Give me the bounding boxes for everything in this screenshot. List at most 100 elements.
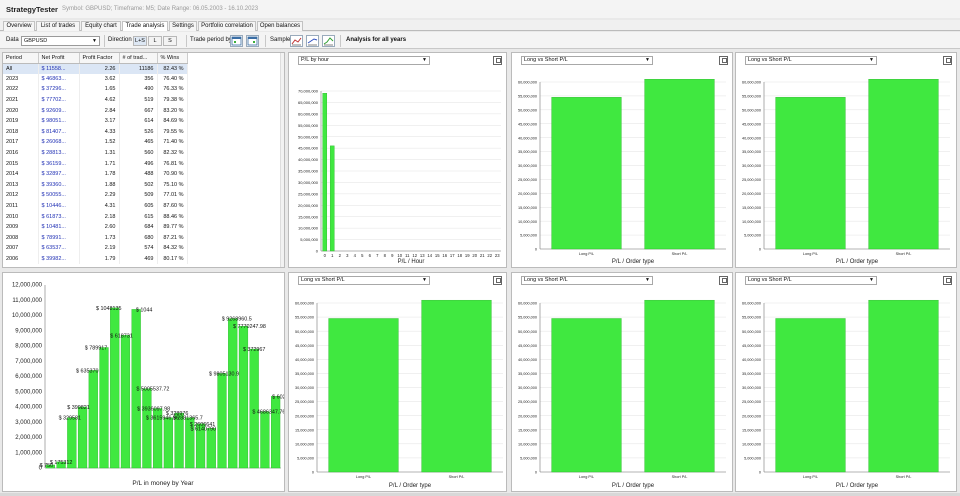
bar [775,97,846,250]
x-tick-label: 5 [361,253,364,258]
chart-type-select-value: Long vs Short P/L [524,57,568,63]
cell-wins: 88.46 % [157,211,188,222]
x-axis-label: P/L / Order type [836,483,879,489]
cell-wins: 79.38 % [157,94,188,106]
sample-chart-icon[interactable] [290,35,303,47]
direction-short-button[interactable]: S [163,36,177,46]
table-scrollbar[interactable] [280,53,284,267]
x-tick-label: Long P/L [356,475,371,479]
cell-wins: 82.43 % [157,63,188,74]
pl-by-year-chart: 01,000,0002,000,0003,000,0004,000,0005,0… [12,283,284,487]
data-select[interactable]: GBPUSD ▼ [21,36,100,46]
x-tick-label: 7 [376,253,379,258]
table-row[interactable]: 2015 $ 36159... 1.71 496 76.81 % [3,158,188,169]
calendar-exit-icon[interactable] [246,35,259,47]
x-tick-label: Short P/L [672,252,688,256]
cell-period: 2016 [3,147,39,159]
cell-profit-factor: 1.65 [79,84,120,95]
cell-net-profit: $ 26068... [38,137,80,148]
cell-net-profit: $ 77702... [38,94,80,106]
tab-portfolio-correlation[interactable]: Portfolio correlation [198,21,256,31]
table-row[interactable]: 2022 $ 37296... 1.65 490 76.33 % [3,84,188,95]
direction-long-button[interactable]: L [148,36,162,46]
cell-trades: 502 [119,179,158,191]
column-header-wins[interactable]: % Wins [157,53,188,64]
y-tick-label: 50,000,000 [295,330,314,334]
chart-type-select[interactable]: P/L by hour ▼ [298,56,430,65]
table-row[interactable]: 2023 $ 46863... 3.62 356 76.40 % [3,73,188,85]
table-row[interactable]: 2007 $ 63537... 2.19 574 84.32 % [3,243,188,254]
table-row[interactable]: 2019 $ 98051... 3.17 614 84.69 % [3,115,188,127]
y-tick-label: 0 [759,471,761,475]
table-row[interactable]: 2014 $ 32897... 1.78 488 70.90 % [3,168,188,180]
x-tick-label: Long P/L [803,475,818,479]
bar [110,307,120,469]
y-tick-label: 20,000,000 [298,203,319,208]
y-tick-label: 15,000,000 [742,428,761,432]
table-row[interactable]: 2017 $ 26068... 1.52 465 71.40 % [3,137,188,148]
chart-type-select[interactable]: Long vs Short P/L ▼ [521,276,653,285]
maximize-icon[interactable] [493,56,502,65]
y-tick-label: 45,000,000 [742,122,761,126]
maximize-icon[interactable] [719,276,728,285]
maximize-icon[interactable] [943,276,952,285]
table-row[interactable]: 2016 $ 28813... 1.31 560 82.32 % [3,147,188,159]
chevron-down-icon: ▼ [92,38,97,44]
data-label: $ 9805130.9 [209,371,239,377]
x-tick-label: 1 [331,253,334,258]
cell-net-profit: $ 39360... [38,179,80,191]
tab-overview[interactable]: Overview [3,21,35,31]
maximize-icon[interactable] [943,56,952,65]
table-row[interactable]: 2020 $ 92609... 2.84 667 83.20 % [3,105,188,116]
calendar-entry-icon[interactable] [230,35,243,47]
table-row[interactable]: 2012 $ 50055... 2.29 509 77.01 % [3,190,188,201]
out-of-sample-chart-icon[interactable] [322,35,335,47]
chart-type-select[interactable]: Long vs Short P/L ▼ [745,56,877,65]
cell-trades: 684 [119,221,158,233]
tab-equity-chart[interactable]: Equity chart [81,21,121,31]
table-row[interactable]: 2013 $ 39360... 1.88 502 75.10 % [3,179,188,191]
tab-settings[interactable]: Settings [169,21,197,31]
in-sample-chart-icon[interactable] [306,35,319,47]
direction-long-short-button[interactable]: L+S [133,36,147,46]
tab-list-of-trades[interactable]: List of trades [36,21,80,31]
table-row[interactable]: All $ 11558... 2.26 11186 82.43 % [3,63,188,74]
column-header-profit-factor[interactable]: Profit Factor [79,53,120,64]
cell-profit-factor: 4.33 [79,126,120,138]
table-row[interactable]: 2010 $ 61873... 2.18 615 88.46 % [3,211,188,222]
y-tick-label: 35,000,000 [742,372,761,376]
maximize-icon[interactable] [719,56,728,65]
cell-trades: 560 [119,147,158,159]
table-row[interactable]: 2021 $ 77702... 4.62 519 79.38 % [3,94,188,106]
cell-profit-factor: 1.79 [79,253,120,265]
y-tick-label: 55,000,000 [298,123,319,128]
tab-trade-analysis[interactable]: Trade analysis [122,21,168,31]
y-tick-label: 30,000,000 [742,164,761,168]
column-header-trades[interactable]: # of trad... [119,53,158,64]
maximize-icon[interactable] [493,276,502,285]
cell-period: 2010 [3,211,39,222]
cell-period: 2023 [3,73,39,85]
table-row[interactable]: 2011 $ 10446... 4.31 605 87.60 % [3,200,188,212]
table-row[interactable]: 2018 $ 81407... 4.33 526 79.55 % [3,126,188,138]
cell-net-profit: $ 61873... [38,211,80,222]
column-header-period[interactable]: Period [3,53,39,64]
x-tick-label: 8 [384,253,387,258]
y-tick-label: 45,000,000 [298,146,319,151]
table-row[interactable]: 2009 $ 10481... 2.60 684 89.77 % [3,221,188,233]
chart-type-select[interactable]: Long vs Short P/L ▼ [745,276,877,285]
table-row[interactable]: 2006 $ 39982... 1.79 469 80.17 % [3,253,188,265]
column-header-net-profit[interactable]: Net Profit [38,53,80,64]
data-label: $ 175312 [50,460,72,466]
chevron-down-icon: ▼ [869,57,874,63]
cell-trades: 469 [119,253,158,265]
tab-open-balances[interactable]: Open balances [257,21,303,31]
chart-type-select[interactable]: Long vs Short P/L ▼ [521,56,653,65]
cell-profit-factor: 4.62 [79,94,120,106]
data-label: Data [6,37,19,43]
cell-period: 2020 [3,105,39,116]
table-row[interactable]: 2008 $ 78991... 1.73 680 87.21 % [3,232,188,244]
data-label: $ 6140790 [191,426,216,432]
data-label: $ 7770247.98 [233,324,266,330]
chart-type-select[interactable]: Long vs Short P/L ▼ [298,276,430,285]
